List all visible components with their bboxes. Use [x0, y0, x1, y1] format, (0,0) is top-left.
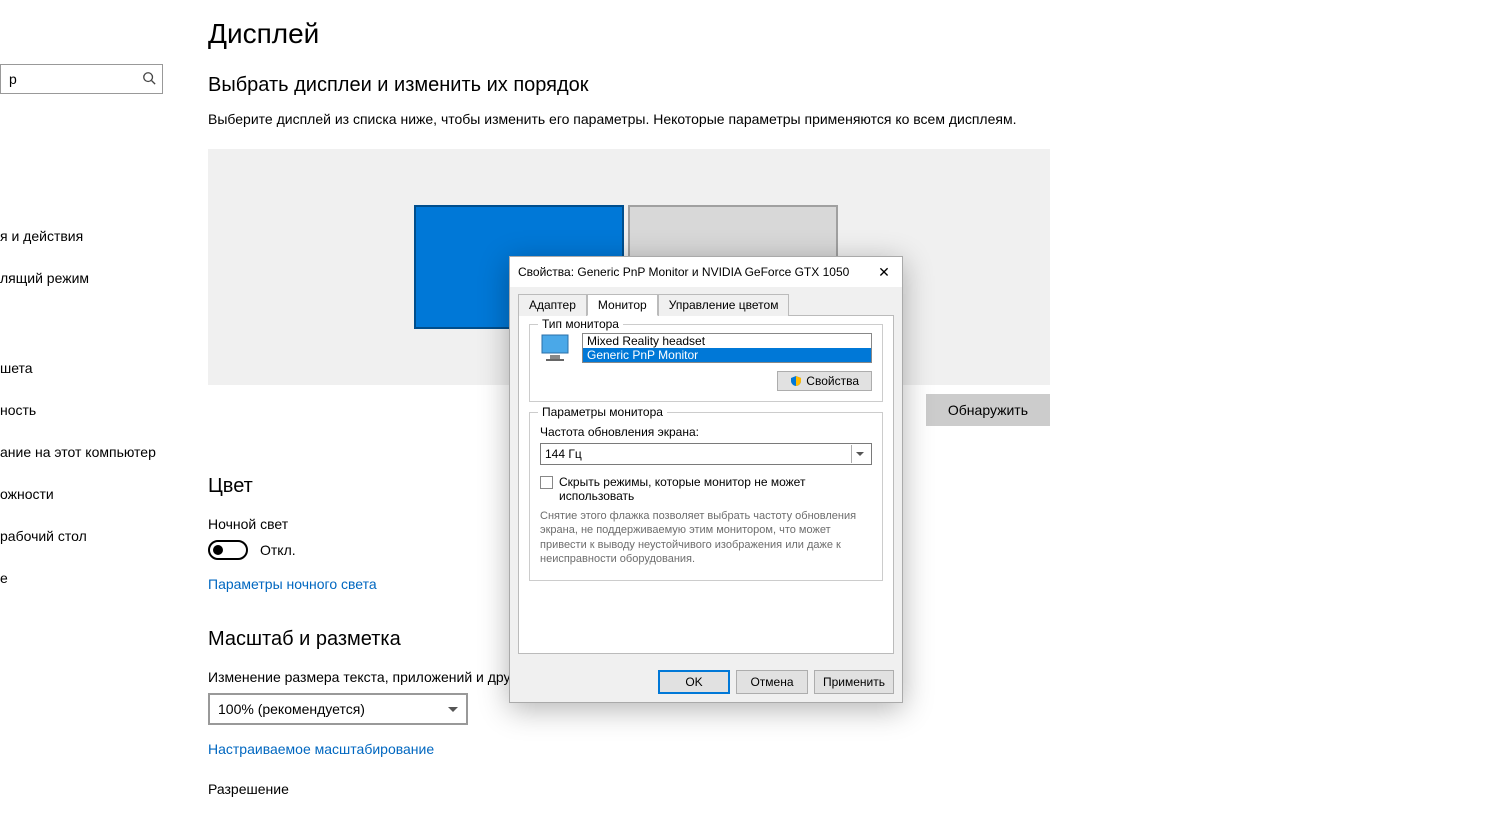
tab-adapter[interactable]: Адаптер	[518, 294, 587, 316]
apply-button[interactable]: Применить	[814, 670, 894, 694]
dialog-footer: OK Отмена Применить	[510, 662, 902, 702]
monitor-icon	[540, 333, 574, 363]
sidebar-item[interactable]: е	[0, 564, 156, 592]
sidebar-item[interactable]: шета	[0, 354, 156, 382]
chevron-down-icon	[448, 707, 458, 712]
monitor-properties-button[interactable]: Свойства	[777, 371, 872, 391]
hide-modes-help-text: Снятие этого флажка позволяет выбрать ча…	[540, 509, 872, 566]
sidebar: я и действия лящий режим шета ность ание…	[0, 0, 190, 837]
section-select-displays-desc: Выберите дисплей из списка ниже, чтобы и…	[208, 111, 1487, 127]
tab-color-management[interactable]: Управление цветом	[658, 294, 790, 316]
page-title: Дисплей	[208, 18, 1487, 50]
monitor-type-legend: Тип монитора	[538, 317, 623, 331]
monitor-list-item-selected[interactable]: Generic PnP Monitor	[583, 348, 871, 362]
sidebar-item[interactable]: лящий режим	[0, 264, 156, 292]
monitor-list-item[interactable]: Mixed Reality headset	[583, 334, 871, 348]
sidebar-item[interactable]: ность	[0, 396, 156, 424]
custom-scaling-link[interactable]: Настраиваемое масштабирование	[208, 741, 1487, 757]
chevron-down-icon	[851, 445, 867, 463]
dialog-title: Свойства: Generic PnP Monitor и NVIDIA G…	[518, 265, 849, 279]
toggle-knob	[213, 545, 223, 555]
toggle-state-label: Откл.	[260, 542, 296, 558]
shield-icon	[790, 375, 802, 387]
detect-button[interactable]: Обнаружить	[926, 394, 1050, 426]
scale-combobox[interactable]: 100% (рекомендуется)	[208, 693, 468, 725]
scale-value: 100% (рекомендуется)	[218, 701, 365, 717]
tab-monitor[interactable]: Монитор	[587, 294, 658, 316]
monitor-type-group: Тип монитора Mixed Reality headset Gener…	[529, 324, 883, 402]
search-box[interactable]	[0, 64, 163, 94]
refresh-rate-label: Частота обновления экрана:	[540, 425, 872, 439]
sidebar-item[interactable]: ание на этот компьютер	[0, 438, 156, 466]
sidebar-item[interactable]: я и действия	[0, 222, 156, 250]
sidebar-item[interactable]: ожности	[0, 480, 156, 508]
monitor-properties-button-label: Свойства	[806, 374, 859, 388]
monitor-list[interactable]: Mixed Reality headset Generic PnP Monito…	[582, 333, 872, 363]
resolution-label: Разрешение	[208, 781, 1487, 797]
section-select-displays-title: Выбрать дисплеи и изменить их порядок	[208, 74, 1487, 97]
monitor-params-legend: Параметры монитора	[538, 405, 667, 419]
dialog-panel: Тип монитора Mixed Reality headset Gener…	[518, 315, 894, 654]
hide-modes-label: Скрыть режимы, которые монитор не может …	[559, 475, 872, 503]
monitor-params-group: Параметры монитора Частота обновления эк…	[529, 412, 883, 581]
ok-button[interactable]: OK	[658, 670, 730, 694]
refresh-rate-value: 144 Гц	[545, 447, 582, 461]
refresh-rate-combobox[interactable]: 144 Гц	[540, 443, 872, 465]
dialog-titlebar[interactable]: Свойства: Generic PnP Monitor и NVIDIA G…	[510, 257, 902, 287]
dialog-tabs: Адаптер Монитор Управление цветом	[510, 287, 902, 315]
search-input[interactable]	[7, 70, 127, 88]
close-icon[interactable]: ✕	[874, 264, 894, 281]
monitor-properties-dialog: Свойства: Generic PnP Monitor и NVIDIA G…	[509, 256, 903, 703]
night-light-toggle[interactable]	[208, 540, 248, 560]
hide-modes-checkbox[interactable]	[540, 476, 553, 489]
sidebar-item[interactable]: рабочий стол	[0, 522, 156, 550]
search-icon	[142, 71, 156, 88]
cancel-button[interactable]: Отмена	[736, 670, 808, 694]
